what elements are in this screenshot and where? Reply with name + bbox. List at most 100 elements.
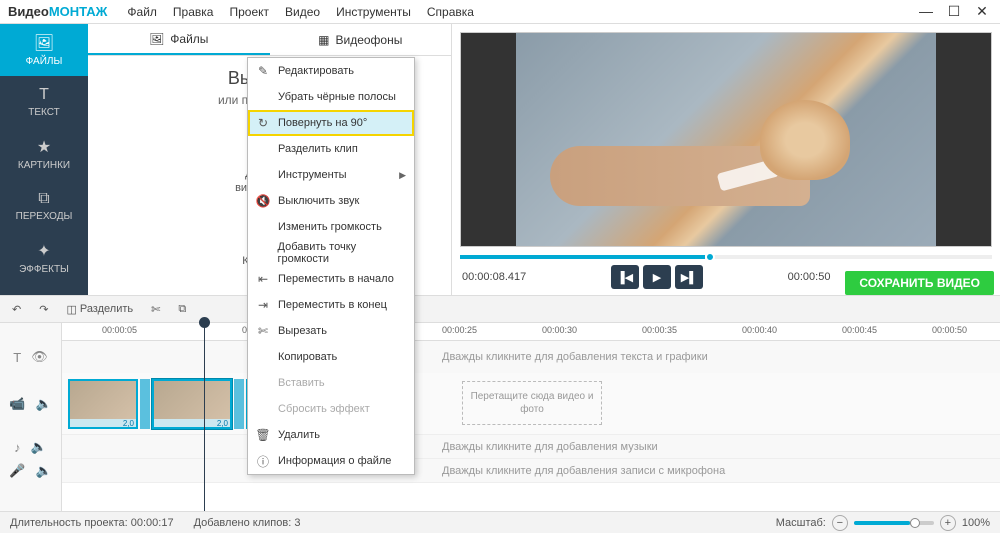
- cut-button[interactable]: ✄: [145, 300, 166, 319]
- text-track-controls[interactable]: T👁: [0, 341, 61, 373]
- sidebar-label: ФАЙЛЫ: [26, 56, 63, 67]
- menubar: ВидеоМОНТАЖ Файл Правка Проект Видео Инс…: [0, 0, 1000, 24]
- sidebar: 🖼 ФАЙЛЫ T ТЕКСТ ★КАРТИНКИ ⧉ПЕРЕХОДЫ ✦ ЭФФЕК…: [0, 24, 88, 295]
- media-track[interactable]: 2,0 2,0 2,0 Перетащите сюда видео и фото: [62, 373, 1000, 435]
- music-icon: ♪: [14, 440, 21, 455]
- zoom-in-button[interactable]: +: [940, 515, 956, 531]
- context-menu-item[interactable]: ✄Вырезать: [248, 318, 414, 344]
- ruler-tick: 00:00:05: [102, 325, 137, 335]
- context-menu-item[interactable]: ⇥Переместить в конец: [248, 292, 414, 318]
- redo-button[interactable]: ↷: [33, 300, 54, 319]
- speaker-icon[interactable]: 🔈: [36, 396, 52, 412]
- files-icon: 🖼: [149, 32, 164, 46]
- ruler-tick: 00:00:25: [442, 325, 477, 335]
- clip-transition-handle[interactable]: [234, 379, 244, 429]
- context-menu-item: Сбросить эффект: [248, 396, 414, 422]
- current-time: 00:00:08.417: [462, 271, 526, 283]
- audio-track-hint: Дважды кликните для добавления музыки: [442, 441, 658, 453]
- sidebar-item-transitions[interactable]: ⧉ПЕРЕХОДЫ: [0, 180, 88, 232]
- image-icon: 🖼: [34, 33, 54, 53]
- tab-videobg[interactable]: ▦Видеофоны: [270, 24, 452, 55]
- context-menu-item: Вставить: [248, 370, 414, 396]
- media-drop-zone[interactable]: Перетащите сюда видео и фото: [462, 381, 602, 425]
- ctx-icon: ↻: [256, 116, 270, 130]
- timeline: T👁 📹🔈 ♪🔈 🎤🔈 00:00:0500:00:1500:00:2000:0…: [0, 323, 1000, 511]
- audio-track[interactable]: Дважды кликните для добавления музыки: [62, 435, 1000, 459]
- ctx-icon: ⇥: [256, 298, 270, 312]
- menu-project[interactable]: Проект: [221, 5, 277, 19]
- tab-label: Файлы: [170, 32, 208, 46]
- undo-button[interactable]: ↶: [6, 300, 27, 319]
- speaker-icon[interactable]: 🔈: [36, 463, 52, 479]
- context-menu-item[interactable]: ✎Редактировать: [248, 58, 414, 84]
- context-menu-item[interactable]: ⇤Переместить в начало: [248, 266, 414, 292]
- context-menu-item[interactable]: 🗑Удалить: [248, 422, 414, 448]
- eye-icon[interactable]: 👁: [31, 349, 48, 365]
- grid-icon: ▦: [318, 33, 329, 47]
- audio-track-controls[interactable]: ♪🔈: [0, 435, 61, 459]
- menu-tools[interactable]: Инструменты: [328, 5, 419, 19]
- ctx-icon: ⇤: [256, 272, 270, 286]
- context-menu-item[interactable]: Добавить точку громкости: [248, 240, 414, 266]
- split-button[interactable]: ◫ Разделить: [60, 300, 139, 319]
- sidebar-item-text[interactable]: T ТЕКСТ: [0, 76, 88, 128]
- camera-icon: 📹: [9, 396, 25, 412]
- preview-viewport[interactable]: [460, 32, 992, 247]
- menu-file[interactable]: Файл: [119, 5, 165, 19]
- ctx-icon: ✄: [256, 324, 270, 338]
- zoom-out-button[interactable]: −: [832, 515, 848, 531]
- context-menu-item[interactable]: Копировать: [248, 344, 414, 370]
- text-icon: T: [39, 86, 49, 104]
- context-menu-item[interactable]: Убрать чёрные полосы: [248, 84, 414, 110]
- ruler-tick: 00:00:30: [542, 325, 577, 335]
- tab-files[interactable]: 🖼 Файлы: [88, 24, 270, 55]
- sidebar-item-files[interactable]: 🖼 ФАЙЛЫ: [0, 24, 88, 76]
- total-time: 00:00:50: [788, 271, 831, 283]
- ctx-icon: 🔇: [256, 194, 270, 208]
- play-button[interactable]: ▶: [643, 265, 671, 289]
- ruler-tick: 00:00:35: [642, 325, 677, 335]
- window-controls: — ☐ ✕: [916, 3, 992, 20]
- sparkle-icon: ✦: [37, 241, 50, 261]
- text-track[interactable]: Дважды кликните для добавления текста и …: [62, 341, 1000, 373]
- sidebar-label: ТЕКСТ: [28, 107, 60, 118]
- prev-frame-button[interactable]: ▐◀: [611, 265, 639, 289]
- speaker-icon[interactable]: 🔈: [31, 439, 47, 455]
- transition-icon: ⧉: [38, 190, 49, 208]
- timeline-clip[interactable]: 2,0: [68, 379, 138, 429]
- mic-track-controls[interactable]: 🎤🔈: [0, 459, 61, 483]
- preview-panel: 00:00:08.417 ▐◀ ▶ ▶▌ 00:00:50 16:9 🔈 📷: [452, 24, 1000, 295]
- mic-icon: 🎤: [9, 463, 25, 479]
- sidebar-label: ЭФФЕКТЫ: [19, 264, 69, 275]
- mic-track-hint: Дважды кликните для добавления записи с …: [442, 465, 725, 477]
- sidebar-item-effects[interactable]: ✦ ЭФФЕКТЫ: [0, 232, 88, 284]
- preview-seek-bar[interactable]: [460, 255, 992, 259]
- minimize-icon[interactable]: —: [916, 3, 936, 20]
- context-menu-item[interactable]: 🔇Выключить звук: [248, 188, 414, 214]
- playhead[interactable]: [204, 323, 205, 511]
- menu-help[interactable]: Справка: [419, 5, 482, 19]
- star-icon: ★: [37, 137, 51, 157]
- mic-track[interactable]: Дважды кликните для добавления записи с …: [62, 459, 1000, 483]
- context-menu-item[interactable]: Разделить клип: [248, 136, 414, 162]
- clip-transition-handle[interactable]: [140, 379, 150, 429]
- next-frame-button[interactable]: ▶▌: [675, 265, 703, 289]
- context-menu-item[interactable]: ↻Повернуть на 90°: [248, 110, 414, 136]
- context-menu-item[interactable]: Инструменты▶: [248, 162, 414, 188]
- context-menu-item[interactable]: ⓘИнформация о файле: [248, 448, 414, 474]
- close-icon[interactable]: ✕: [972, 3, 992, 20]
- zoom-slider[interactable]: [854, 521, 934, 525]
- ruler-tick: 00:00:45: [842, 325, 877, 335]
- zoom-value: 100%: [962, 517, 990, 529]
- sidebar-item-pictures[interactable]: ★КАРТИНКИ: [0, 128, 88, 180]
- menu-video[interactable]: Видео: [277, 5, 328, 19]
- copy-button[interactable]: ⧉: [172, 300, 192, 319]
- ctx-icon: 🗑: [256, 428, 270, 442]
- clip-count: Добавлено клипов: 3: [194, 517, 301, 529]
- timeline-clip[interactable]: 2,0: [152, 379, 232, 429]
- menu-edit[interactable]: Правка: [165, 5, 222, 19]
- save-video-button[interactable]: СОХРАНИТЬ ВИДЕО: [845, 271, 994, 295]
- maximize-icon[interactable]: ☐: [944, 3, 964, 20]
- media-track-controls[interactable]: 📹🔈: [0, 373, 61, 435]
- context-menu-item[interactable]: Изменить громкость: [248, 214, 414, 240]
